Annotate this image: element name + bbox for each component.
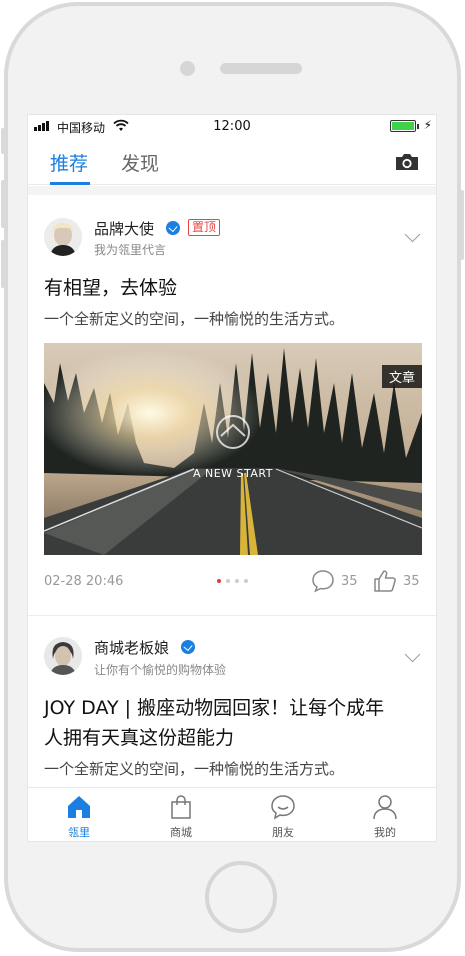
author-name[interactable]: 商城老板娘 xyxy=(94,637,169,658)
top-tab-bar: 推荐 发现 xyxy=(28,139,436,185)
home-icon xyxy=(68,796,90,818)
volume-down-button xyxy=(1,240,5,288)
author-name[interactable]: 品牌大使 xyxy=(94,218,154,239)
home-button[interactable] xyxy=(205,861,277,933)
earpiece-speaker xyxy=(220,63,302,74)
post-image[interactable]: 文章 A NEW START xyxy=(44,343,422,555)
post-title-line-1[interactable]: JOY DAY | 搬座动物园回家！让每个成年 xyxy=(44,693,384,723)
post-description: 一个全新定义的空间，一种愉悦的生活方式。 xyxy=(44,310,345,328)
post-title[interactable]: 有相望，去体验 xyxy=(44,273,177,303)
comment-icon[interactable] xyxy=(311,569,335,593)
avatar[interactable] xyxy=(44,218,82,256)
nav-label-mall: 商城 xyxy=(170,826,192,839)
author-subtitle: 我为瓴里代言 xyxy=(94,243,167,257)
pinned-badge: 置顶 xyxy=(188,219,221,236)
nav-item-friends[interactable]: 朋友 xyxy=(232,788,334,841)
avatar[interactable] xyxy=(44,637,82,675)
tab-recommended[interactable]: 推荐 xyxy=(50,149,88,176)
front-camera xyxy=(180,61,195,76)
user-icon xyxy=(373,795,397,820)
like-count: 35 xyxy=(403,574,420,589)
nav-item-mine[interactable]: 我的 xyxy=(334,788,436,841)
chat-bubble-icon xyxy=(271,795,295,820)
article-tag: 文章 xyxy=(381,365,422,388)
active-tab-indicator xyxy=(50,182,90,185)
verified-icon xyxy=(166,221,180,235)
mute-switch xyxy=(1,128,5,154)
status-time: 12:00 xyxy=(213,119,251,134)
battery-icon xyxy=(390,120,416,132)
carousel-dots xyxy=(217,579,248,583)
chevron-down-icon[interactable] xyxy=(404,646,421,663)
shopping-bag-icon xyxy=(171,795,191,819)
nav-label-home: 瓴里 xyxy=(68,826,90,839)
post-date: 02-28 20:46 xyxy=(44,574,124,589)
post-title-line-2[interactable]: 人拥有天真这份超能力 xyxy=(44,723,234,753)
image-caption: A NEW START xyxy=(192,467,273,480)
like-icon[interactable] xyxy=(373,569,397,593)
post-description: 一个全新定义的空间，一种愉悦的生活方式。 xyxy=(44,760,345,778)
power-button xyxy=(460,190,464,260)
nav-item-home[interactable]: 瓴里 xyxy=(28,788,130,841)
verified-icon xyxy=(181,640,195,654)
section-divider xyxy=(28,186,436,195)
bottom-nav: 瓴里 商城 朋友 我的 xyxy=(28,787,436,841)
nav-item-mall[interactable]: 商城 xyxy=(130,788,232,841)
tab-discover[interactable]: 发现 xyxy=(121,149,159,176)
author-subtitle: 让你有个愉悦的购物体验 xyxy=(94,663,227,677)
camera-icon[interactable] xyxy=(394,152,420,172)
nav-label-mine: 我的 xyxy=(374,826,396,839)
post-divider xyxy=(28,615,436,616)
status-bar: 中国移动 12:00 ⚡ xyxy=(28,115,436,137)
chevron-down-icon[interactable] xyxy=(404,226,421,243)
comment-count: 35 xyxy=(341,574,358,589)
charging-icon: ⚡ xyxy=(423,118,432,132)
nav-label-friends: 朋友 xyxy=(272,826,294,839)
volume-up-button xyxy=(1,180,5,228)
app-screen: 中国移动 12:00 ⚡ 推荐 发现 品牌大使 置顶 我为瓴里代言 有相望，去体… xyxy=(27,114,437,842)
